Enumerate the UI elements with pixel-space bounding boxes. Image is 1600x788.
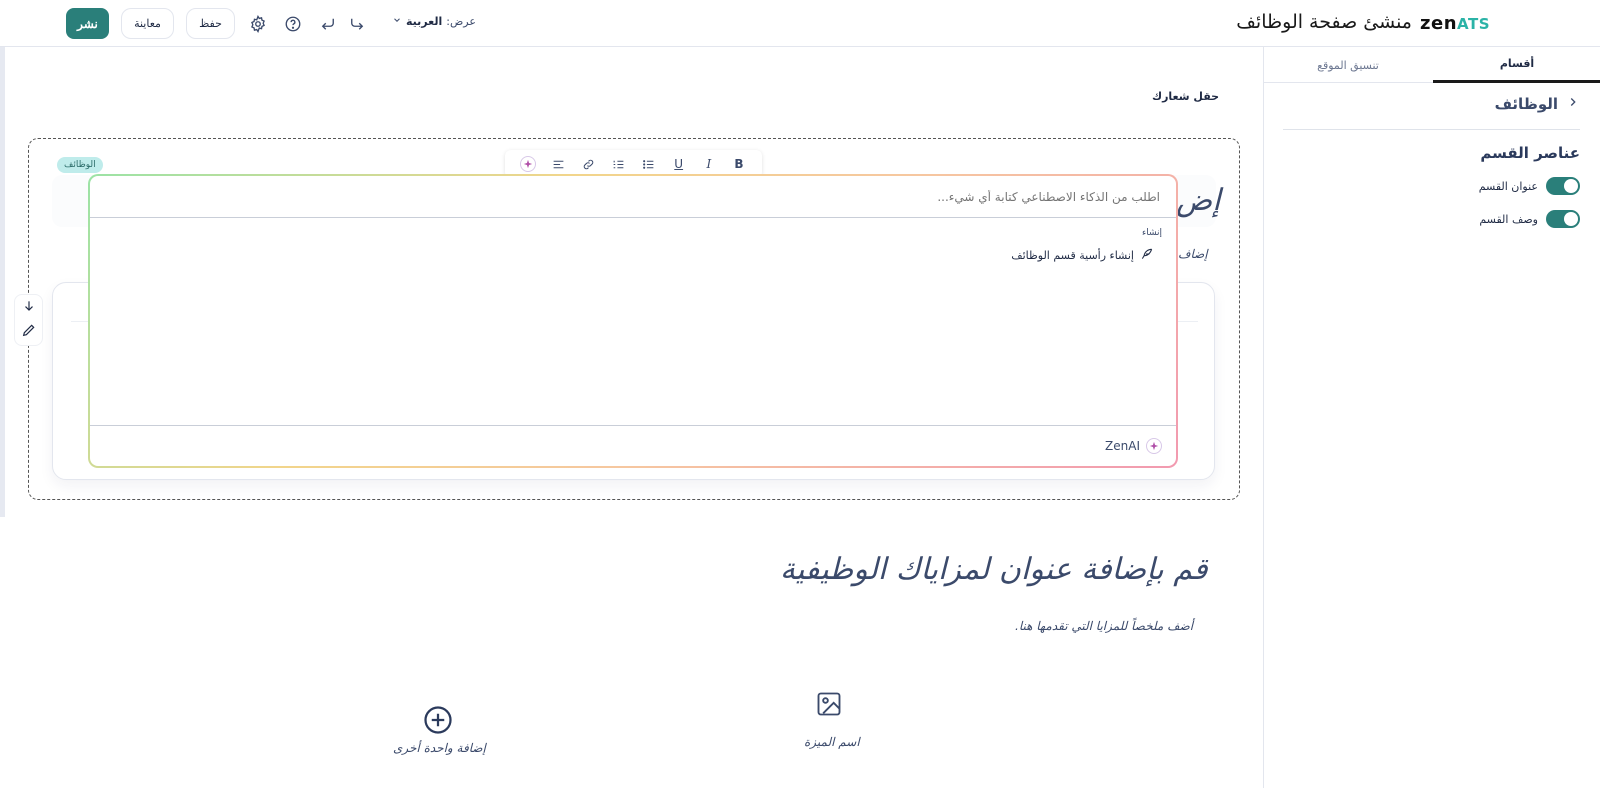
image-placeholder-icon[interactable] — [815, 690, 843, 722]
ai-prompt-popup: إنشاء إنشاء رأسية قسم الوظائف ZenAI — [88, 174, 1178, 468]
gear-icon[interactable] — [247, 13, 269, 35]
logo-field[interactable]: حقل شعارك — [1152, 90, 1219, 103]
zenai-label: ZenAI — [1105, 439, 1140, 453]
back-label: الوظائف — [1494, 95, 1558, 113]
ai-prompt-input[interactable] — [110, 186, 1160, 208]
redo-icon[interactable] — [346, 13, 368, 35]
benefits-section-subtitle[interactable]: أضف ملخصاً للمزايا التي تقدمها هنا. — [1015, 619, 1193, 633]
toggle-label: وصف القسم — [1479, 212, 1538, 226]
sections-panel: أقسام تنسيق الموقع الوظائف عناصر القسم ع… — [1263, 47, 1600, 788]
move-down-icon[interactable] — [22, 298, 36, 317]
ai-option-label: إنشاء رأسية قسم الوظائف — [1011, 249, 1134, 262]
add-circle-icon[interactable] — [423, 705, 453, 739]
section-title-toggle[interactable] — [1546, 177, 1580, 195]
zenai-spark-icon — [1146, 438, 1162, 454]
ai-divider-top — [90, 217, 1176, 218]
brand-logo: zenATS — [1420, 13, 1490, 34]
app-title: منشئ صفحة الوظائف — [1236, 11, 1412, 33]
toggle-row-section-title: عنوان القسم — [1479, 177, 1580, 195]
ordered-list-icon[interactable] — [607, 153, 629, 175]
benefits-section-title[interactable]: قم بإضافة عنوان لمزاياك الوظيفية — [780, 552, 1208, 587]
top-bar: zenATS منشئ صفحة الوظائف نشر معاينة حفظ … — [0, 0, 1600, 47]
jobs-section-subtitle[interactable]: إضاف — [1178, 247, 1208, 261]
undo-icon[interactable] — [317, 13, 339, 35]
add-another-benefit[interactable]: إضافة واحدة أخرى — [393, 741, 486, 755]
section-description-toggle[interactable] — [1546, 210, 1580, 228]
benefit-name[interactable]: اسم الميزة — [804, 735, 860, 749]
toggle-row-section-description: وصف القسم — [1479, 210, 1580, 228]
ai-divider-bottom — [90, 425, 1176, 426]
panel-tabs: أقسام تنسيق الموقع — [1264, 47, 1600, 83]
ai-spark-icon[interactable] — [517, 153, 539, 175]
tab-site-style[interactable]: تنسيق الموقع — [1264, 47, 1432, 83]
ai-group-label: إنشاء — [1141, 228, 1162, 238]
back-to-jobs[interactable]: الوظائف — [1495, 95, 1580, 113]
page-canvas: حقل شعارك إض إضاف الوظائف U I B اطلب من … — [0, 47, 1263, 788]
toggle-label: عنوان القسم — [1478, 179, 1538, 193]
feather-icon — [1140, 247, 1154, 264]
section-side-tools — [14, 294, 43, 346]
link-icon[interactable] — [577, 153, 599, 175]
section-elements-heading: عناصر القسم — [1480, 144, 1580, 162]
preview-button[interactable]: معاينة — [121, 8, 174, 39]
edit-pencil-icon[interactable] — [21, 322, 37, 342]
canvas-left-edge — [0, 47, 5, 517]
panel-divider — [1283, 129, 1580, 130]
view-value: العربية — [406, 15, 443, 28]
chevron-down-icon — [392, 15, 402, 28]
help-icon[interactable] — [282, 13, 304, 35]
section-badge-jobs: الوظائف — [57, 157, 103, 173]
publish-button[interactable]: نشر — [66, 8, 109, 39]
chevron-right-icon — [1566, 95, 1580, 113]
align-icon[interactable] — [547, 153, 569, 175]
bold-button[interactable]: B — [728, 153, 750, 175]
ai-footer: ZenAI — [1105, 438, 1162, 454]
tab-sections[interactable]: أقسام — [1433, 47, 1600, 83]
jobs-section-title[interactable]: إض — [1176, 183, 1221, 218]
underline-button[interactable]: U — [668, 153, 690, 175]
save-button[interactable]: حفظ — [186, 8, 235, 39]
bullet-list-icon[interactable] — [638, 153, 660, 175]
view-label: عرض: — [446, 15, 476, 28]
ai-option-generate-header[interactable]: إنشاء رأسية قسم الوظائف — [1011, 247, 1154, 264]
view-language-select[interactable]: عرض: العربية — [392, 15, 476, 28]
italic-button[interactable]: I — [698, 153, 720, 175]
